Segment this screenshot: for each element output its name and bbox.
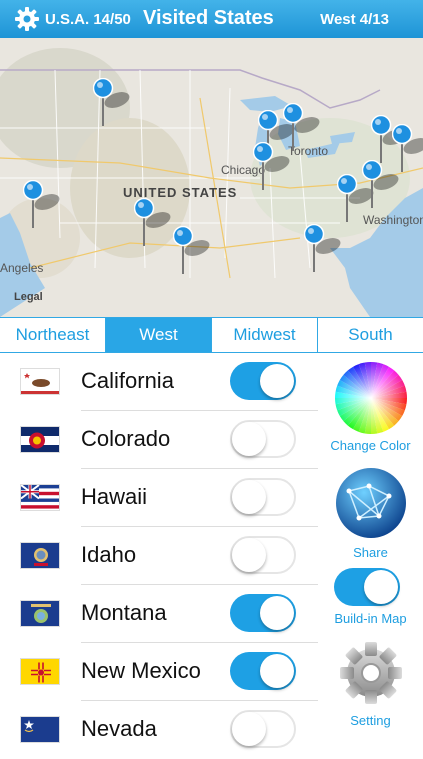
setting-gear-icon xyxy=(339,642,402,704)
region-count: West 4/13 xyxy=(320,11,389,28)
state-name: Nevada xyxy=(81,716,157,741)
map-pin-icon xyxy=(371,115,408,165)
map-pin-icon xyxy=(23,180,60,230)
visited-toggle[interactable] xyxy=(230,362,296,400)
settings-gear-icon[interactable] xyxy=(14,6,40,32)
buildin-map-toggle[interactable] xyxy=(334,568,400,606)
map-view[interactable]: UNITED STATES Chicago Toronto Washington… xyxy=(0,38,423,317)
buildin-map-label: Build-in Map xyxy=(334,611,407,626)
share-button[interactable]: Share xyxy=(318,466,423,560)
colorado-flag-icon xyxy=(20,426,60,453)
map-pin-icon xyxy=(253,142,290,192)
share-label: Share xyxy=(353,545,388,560)
page-title: Visited States xyxy=(143,7,274,29)
region-tabs: Northeast West Midwest South xyxy=(0,317,423,353)
list-item: Idaho xyxy=(0,527,318,585)
visited-toggle[interactable] xyxy=(230,478,296,516)
map-pin-icon xyxy=(337,174,374,224)
state-name: Hawaii xyxy=(81,484,148,509)
top-bar: U.S.A. 14/50 Visited States West 4/13 xyxy=(0,0,423,38)
list-item: California xyxy=(0,353,318,411)
tab-south[interactable]: South xyxy=(318,318,423,352)
list-item: Montana xyxy=(0,585,318,643)
change-color-button[interactable]: Change Color xyxy=(318,361,423,453)
hawaii-flag-icon xyxy=(20,484,60,511)
tab-midwest[interactable]: Midwest xyxy=(212,318,318,352)
map-pin-icon xyxy=(93,78,130,128)
city-label: Angeles xyxy=(0,261,44,275)
map-pin-icon xyxy=(304,224,341,274)
visited-toggle[interactable] xyxy=(230,652,296,690)
list-item: Colorado xyxy=(0,411,318,469)
color-wheel-icon xyxy=(334,362,407,434)
tab-west[interactable]: West xyxy=(106,318,212,352)
state-name: New Mexico xyxy=(81,658,201,683)
map-pin-icon xyxy=(362,160,399,210)
visited-toggle[interactable] xyxy=(230,536,296,574)
change-color-label: Change Color xyxy=(330,438,411,453)
visited-toggle[interactable] xyxy=(230,420,296,458)
tab-northeast[interactable]: Northeast xyxy=(0,318,106,352)
state-name: Idaho xyxy=(81,542,137,567)
globe-share-icon xyxy=(335,468,406,538)
visited-toggle[interactable] xyxy=(230,710,296,748)
list-item: New Mexico xyxy=(0,643,318,701)
state-name: California xyxy=(81,368,174,393)
nevada-flag-icon xyxy=(20,716,60,743)
setting-button[interactable]: Setting xyxy=(318,638,423,728)
list-item: Nevada xyxy=(0,701,318,759)
visited-count: U.S.A. 14/50 xyxy=(45,11,131,28)
buildin-map-control: Build-in Map xyxy=(318,568,423,626)
california-flag-icon xyxy=(20,368,60,395)
new-mexico-flag-icon xyxy=(20,658,60,685)
visited-toggle[interactable] xyxy=(230,594,296,632)
list-item: Hawaii xyxy=(0,469,318,527)
legal-link[interactable]: Legal xyxy=(14,291,43,303)
setting-label: Setting xyxy=(350,713,391,728)
state-name: Colorado xyxy=(81,426,171,451)
montana-flag-icon xyxy=(20,600,60,627)
map-pin-icon xyxy=(134,198,171,248)
map-pin-icon xyxy=(392,124,423,174)
map-pin-icon xyxy=(173,226,210,276)
state-list: California Colorado Hawaii Idaho Montana xyxy=(0,353,318,759)
idaho-flag-icon xyxy=(20,542,60,569)
state-name: Montana xyxy=(81,600,167,625)
